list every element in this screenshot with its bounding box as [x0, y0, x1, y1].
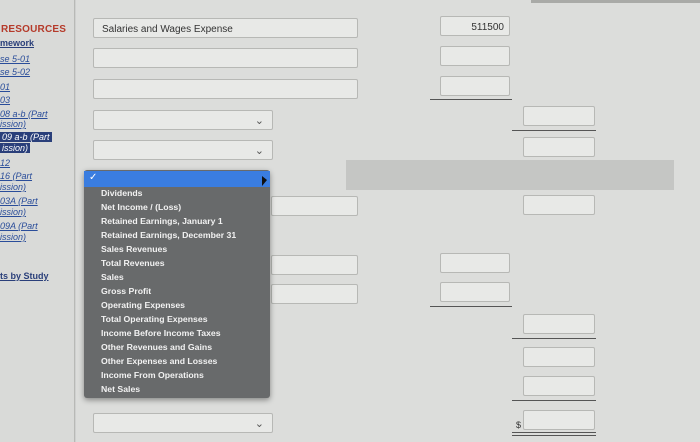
total-field-3[interactable]	[523, 195, 595, 215]
mouse-cursor-icon	[262, 176, 267, 186]
total-field-2[interactable]	[523, 137, 595, 157]
highlighted-row	[346, 160, 674, 190]
selected-option-blank[interactable]: ✓	[84, 171, 270, 187]
option-operating-expenses[interactable]: Operating Expenses	[101, 300, 185, 310]
subtotal-rule	[430, 99, 512, 100]
option-net-sales[interactable]: Net Sales	[101, 384, 140, 394]
total-field-6[interactable]	[523, 376, 595, 396]
amount-field-3[interactable]	[440, 76, 510, 96]
option-re-jan1[interactable]: Retained Earnings, January 1	[101, 216, 223, 226]
sidebar-item-16[interactable]: 16 (Part	[0, 171, 32, 181]
sidebar-item-03a[interactable]: 03A (Part	[0, 196, 38, 206]
account-label-field-2[interactable]	[93, 48, 358, 68]
sidebar-item-exercise-5-01[interactable]: se 5-01	[0, 54, 30, 64]
sidebar-item-01[interactable]: 01	[0, 82, 10, 92]
chevron-down-icon: ⌄	[254, 115, 264, 127]
resources-heading: RESOURCES	[1, 24, 67, 35]
dollar-sign: $	[516, 420, 522, 430]
option-other-revenues[interactable]: Other Revenues and Gains	[101, 342, 212, 352]
double-rule	[512, 432, 596, 433]
option-total-revenues[interactable]: Total Revenues	[101, 258, 165, 268]
sidebar-item-09ab-selected[interactable]: 09 a-b (Part	[0, 132, 52, 142]
total-field-5[interactable]	[523, 347, 595, 367]
option-sales-revenues[interactable]: Sales Revenues	[101, 244, 167, 254]
sidebar-item-16-sub[interactable]: ission)	[0, 182, 26, 192]
sidebar-item-08ab-sub[interactable]: ission)	[0, 119, 26, 129]
option-re-dec31[interactable]: Retained Earnings, December 31	[101, 230, 236, 240]
account-label-field-1[interactable]: Salaries and Wages Expense	[93, 18, 358, 38]
sidebar-item-homework[interactable]: mework	[0, 38, 34, 48]
option-sales[interactable]: Sales	[101, 272, 124, 282]
top-bar	[531, 0, 700, 3]
total-rule-1	[512, 130, 596, 131]
sidebar-item-03a-sub[interactable]: ission)	[0, 207, 26, 217]
total-rule-3	[512, 400, 596, 401]
option-net-income[interactable]: Net Income / (Loss)	[101, 202, 181, 212]
option-gross-profit[interactable]: Gross Profit	[101, 286, 151, 296]
option-income-before-taxes[interactable]: Income Before Income Taxes	[101, 328, 221, 338]
chevron-down-icon: ⌄	[254, 145, 264, 157]
account-select-1[interactable]: ⌄	[93, 110, 273, 130]
total-field-4[interactable]	[523, 314, 595, 334]
account-select-3[interactable]: ⌄	[93, 413, 273, 433]
checkmark-icon: ✓	[89, 172, 98, 183]
total-rule-2	[512, 338, 596, 339]
chevron-down-icon: ⌄	[254, 418, 264, 430]
option-total-operating-expenses[interactable]: Total Operating Expenses	[101, 314, 208, 324]
account-label-field-5[interactable]	[271, 255, 358, 275]
double-rule-2	[512, 435, 596, 436]
sidebar-item-results-by-study[interactable]: ts by Study	[0, 271, 49, 281]
net-total-field[interactable]	[523, 410, 595, 430]
amount-field-2[interactable]	[440, 46, 510, 66]
sidebar-item-09ab-sub[interactable]: ission)	[0, 143, 31, 153]
amount-field-5[interactable]	[440, 282, 510, 302]
sidebar-item-08ab[interactable]: 08 a-b (Part	[0, 109, 48, 119]
sidebar-item-exercise-5-02[interactable]: se 5-02	[0, 67, 30, 77]
account-label-field-4[interactable]	[271, 196, 358, 216]
total-field-1[interactable]	[523, 106, 595, 126]
option-other-expenses[interactable]: Other Expenses and Losses	[101, 356, 217, 366]
amount-field-4[interactable]	[440, 253, 510, 273]
account-label-field-3[interactable]	[93, 79, 358, 99]
sidebar-item-09a[interactable]: 09A (Part	[0, 221, 38, 231]
sidebar: RESOURCES mework se 5-01 se 5-02 01 03 0…	[0, 0, 75, 442]
subtotal-rule-2	[430, 306, 512, 307]
sidebar-item-03[interactable]: 03	[0, 95, 10, 105]
account-label-field-6[interactable]	[271, 284, 358, 304]
account-dropdown-menu[interactable]: ✓ Dividends Net Income / (Loss) Retained…	[84, 170, 270, 398]
account-select-2[interactable]: ⌄	[93, 140, 273, 160]
option-dividends[interactable]: Dividends	[101, 188, 143, 198]
amount-field-1[interactable]: 511500	[440, 16, 510, 36]
sidebar-item-12[interactable]: 12	[0, 158, 10, 168]
option-income-from-operations[interactable]: Income From Operations	[101, 370, 204, 380]
sidebar-item-09a-sub[interactable]: ission)	[0, 232, 26, 242]
